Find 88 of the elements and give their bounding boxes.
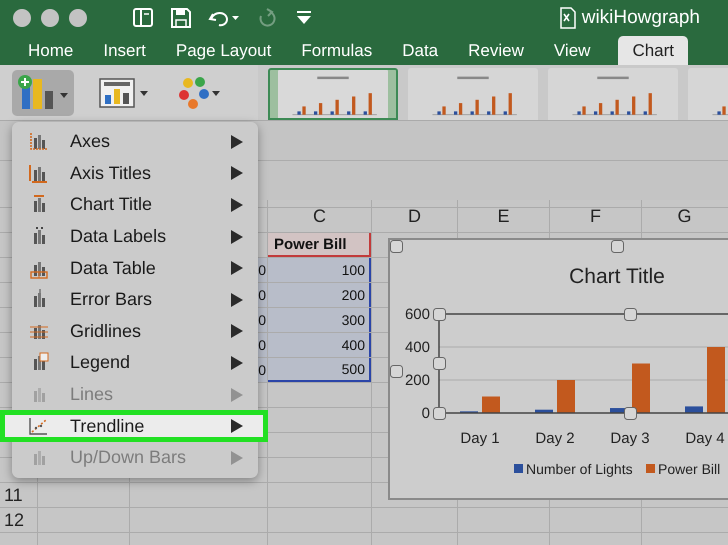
window-control-button[interactable] — [69, 8, 87, 26]
selection-handle[interactable] — [433, 357, 446, 370]
window-control-button[interactable] — [41, 8, 59, 26]
chart-title: Chart Title — [569, 265, 665, 288]
column-header[interactable]: G — [642, 200, 727, 232]
window-title: wikiHowgraph — [582, 6, 700, 28]
submenu-arrow-icon — [231, 230, 243, 244]
bar-chart-icon — [28, 162, 50, 184]
menu-item[interactable]: Data Labels — [12, 220, 258, 252]
column-header[interactable]: E — [458, 200, 549, 232]
column-header[interactable]: D — [372, 200, 457, 232]
submenu-arrow-icon — [231, 198, 243, 212]
selection-handle[interactable] — [433, 308, 446, 321]
menu-item[interactable]: Trendline — [0, 410, 268, 442]
table-cell: Power Bill — [268, 233, 371, 257]
chart-style-thumbnail[interactable] — [408, 68, 538, 120]
selection-handle[interactable] — [624, 407, 637, 420]
bar — [685, 406, 703, 413]
bar — [482, 396, 500, 413]
menu-item[interactable]: Error Bars — [12, 284, 258, 316]
table-cell: 0 — [257, 333, 267, 357]
table-cell: 0 — [257, 258, 267, 282]
submenu-arrow-icon — [231, 419, 243, 434]
table-cell: 0 — [257, 308, 267, 332]
excel-file-icon — [560, 6, 576, 28]
axis-tick-label: 400 — [404, 339, 430, 356]
ribbon-tab[interactable]: Review — [456, 37, 536, 65]
category-label: Day 1 — [460, 430, 500, 447]
table-cell: 100 — [268, 258, 371, 282]
menu-item[interactable]: Gridlines — [12, 316, 258, 348]
selection-handle[interactable] — [433, 407, 446, 420]
menu-item[interactable]: Axis Titles — [12, 158, 258, 190]
selection-handle[interactable] — [624, 308, 637, 321]
table-cell: 0 — [257, 358, 267, 382]
menu-item[interactable]: Axes — [12, 126, 258, 158]
submenu-arrow-icon — [231, 324, 243, 338]
category-label: Day 2 — [535, 430, 575, 447]
ribbon-tab[interactable]: View — [542, 37, 602, 65]
submenu-arrow-icon — [231, 261, 243, 276]
bar — [557, 380, 575, 413]
add-chart-element-button[interactable] — [12, 70, 74, 116]
bar — [632, 364, 650, 413]
axis-tick-label: 200 — [404, 372, 430, 389]
save-button[interactable] — [169, 6, 193, 30]
bar — [535, 410, 553, 413]
bar-chart-icon — [28, 131, 50, 152]
category-label: Day 3 — [610, 430, 650, 447]
ribbon-tab[interactable]: Page Layout — [164, 37, 284, 65]
legend-label: Number of Lights — [526, 461, 633, 477]
window-control-button[interactable] — [13, 8, 31, 26]
table-cell: 200 — [268, 283, 371, 307]
table-cell: 0 — [257, 283, 267, 307]
selection-handle[interactable] — [390, 240, 403, 253]
save-icon — [169, 6, 193, 30]
sidebar-icon — [131, 6, 155, 30]
table-cell: 500 — [268, 358, 371, 382]
ribbon-tab[interactable]: Chart — [618, 36, 688, 65]
menu-item[interactable]: Chart Title — [12, 189, 258, 221]
menu-item[interactable]: Legend — [12, 347, 258, 379]
ribbon-tab[interactable]: Data — [390, 37, 450, 65]
sidebar-button[interactable] — [131, 6, 155, 30]
table-cell: 300 — [268, 308, 371, 332]
submenu-arrow-icon — [231, 134, 243, 149]
menu-item[interactable]: Data Table — [12, 252, 258, 284]
trendline-icon — [28, 416, 50, 437]
row-header[interactable]: 12 — [0, 508, 37, 532]
chart-style-thumbnail[interactable] — [548, 68, 678, 120]
column-header[interactable]: F — [550, 200, 641, 232]
selection-handle[interactable] — [611, 240, 624, 253]
table-cell: 400 — [268, 333, 371, 357]
submenu-arrow-icon — [231, 388, 243, 402]
ribbon-tab[interactable]: Formulas — [289, 37, 384, 65]
column-header[interactable]: C — [268, 200, 371, 232]
legend-label: Power Bill — [658, 461, 720, 477]
bar — [707, 347, 725, 413]
ribbon-tab[interactable]: Home — [16, 37, 86, 65]
category-label: Day 4 — [685, 430, 725, 447]
ribbon-tab[interactable]: Insert — [91, 37, 158, 65]
selection-handle[interactable] — [390, 365, 403, 378]
submenu-arrow-icon — [231, 356, 243, 370]
chart-style-thumbnail[interactable] — [268, 68, 398, 120]
row-header[interactable]: 11 — [0, 483, 37, 507]
submenu-arrow-icon — [231, 292, 243, 307]
chart[interactable]: 0 200 400 600 Day 1 Day 2 Day 3 Day 4 Chart Title Number of Lights Power Bill — [388, 238, 728, 500]
axis-tick-label: 0 — [422, 405, 430, 422]
axis-tick-label: 600 — [404, 306, 430, 323]
submenu-arrow-icon — [231, 450, 243, 465]
submenu-arrow-icon — [231, 166, 243, 180]
